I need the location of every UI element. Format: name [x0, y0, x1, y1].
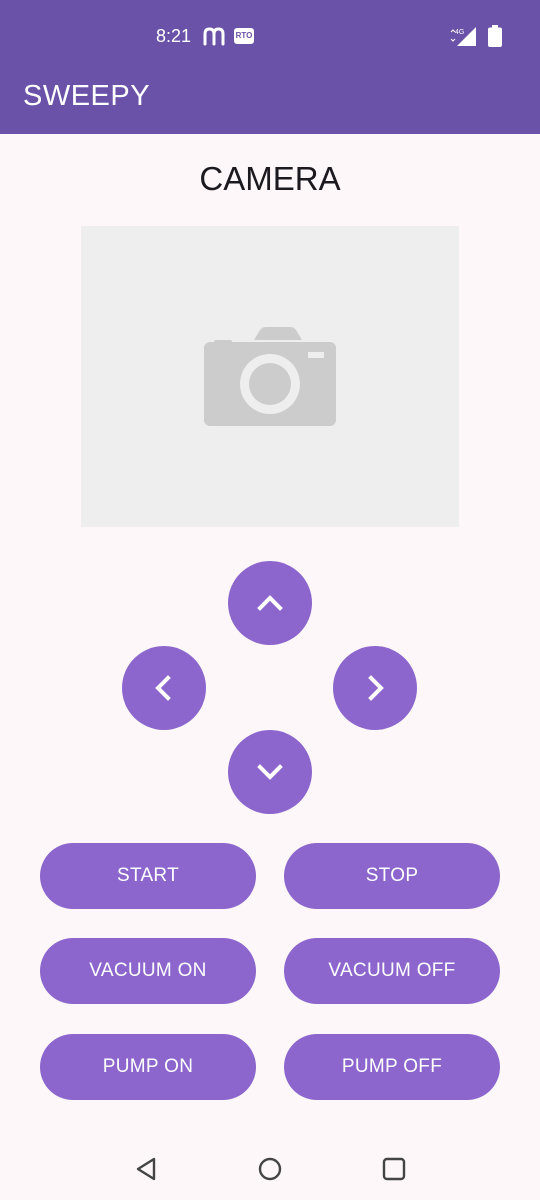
- move-left-button[interactable]: [122, 646, 206, 730]
- camera-heading: CAMERA: [199, 160, 341, 197]
- m-icon: [203, 27, 225, 46]
- status-time: 8:21: [156, 26, 192, 46]
- rto-icon: RTO: [234, 28, 254, 44]
- chevron-up-icon: [257, 595, 283, 611]
- app-bar: SWEEPY: [0, 72, 540, 134]
- back-icon[interactable]: [134, 1156, 160, 1182]
- battery-icon: [488, 25, 502, 47]
- stop-button[interactable]: STOP: [284, 843, 500, 909]
- move-right-button[interactable]: [333, 646, 417, 730]
- move-up-button[interactable]: [228, 561, 312, 645]
- camera-icon: [204, 327, 336, 426]
- start-button[interactable]: START: [40, 843, 256, 909]
- home-icon[interactable]: [257, 1156, 283, 1182]
- recents-icon[interactable]: [381, 1156, 407, 1182]
- move-down-button[interactable]: [228, 730, 312, 814]
- system-nav-bar: [0, 1136, 540, 1200]
- pump-off-button[interactable]: PUMP OFF: [284, 1034, 500, 1100]
- signal-icon: 4G: [450, 27, 476, 46]
- status-bar: 8:21 RTO 4G: [0, 0, 540, 72]
- vacuum-off-button[interactable]: VACUUM OFF: [284, 938, 500, 1004]
- svg-text:4G: 4G: [455, 29, 464, 36]
- chevron-right-icon: [368, 675, 384, 701]
- chevron-down-icon: [257, 764, 283, 780]
- camera-view: [81, 226, 459, 527]
- vacuum-on-button[interactable]: VACUUM ON: [40, 938, 256, 1004]
- chevron-left-icon: [155, 675, 171, 701]
- app-title: SWEEPY: [23, 80, 151, 112]
- pump-on-button[interactable]: PUMP ON: [40, 1034, 256, 1100]
